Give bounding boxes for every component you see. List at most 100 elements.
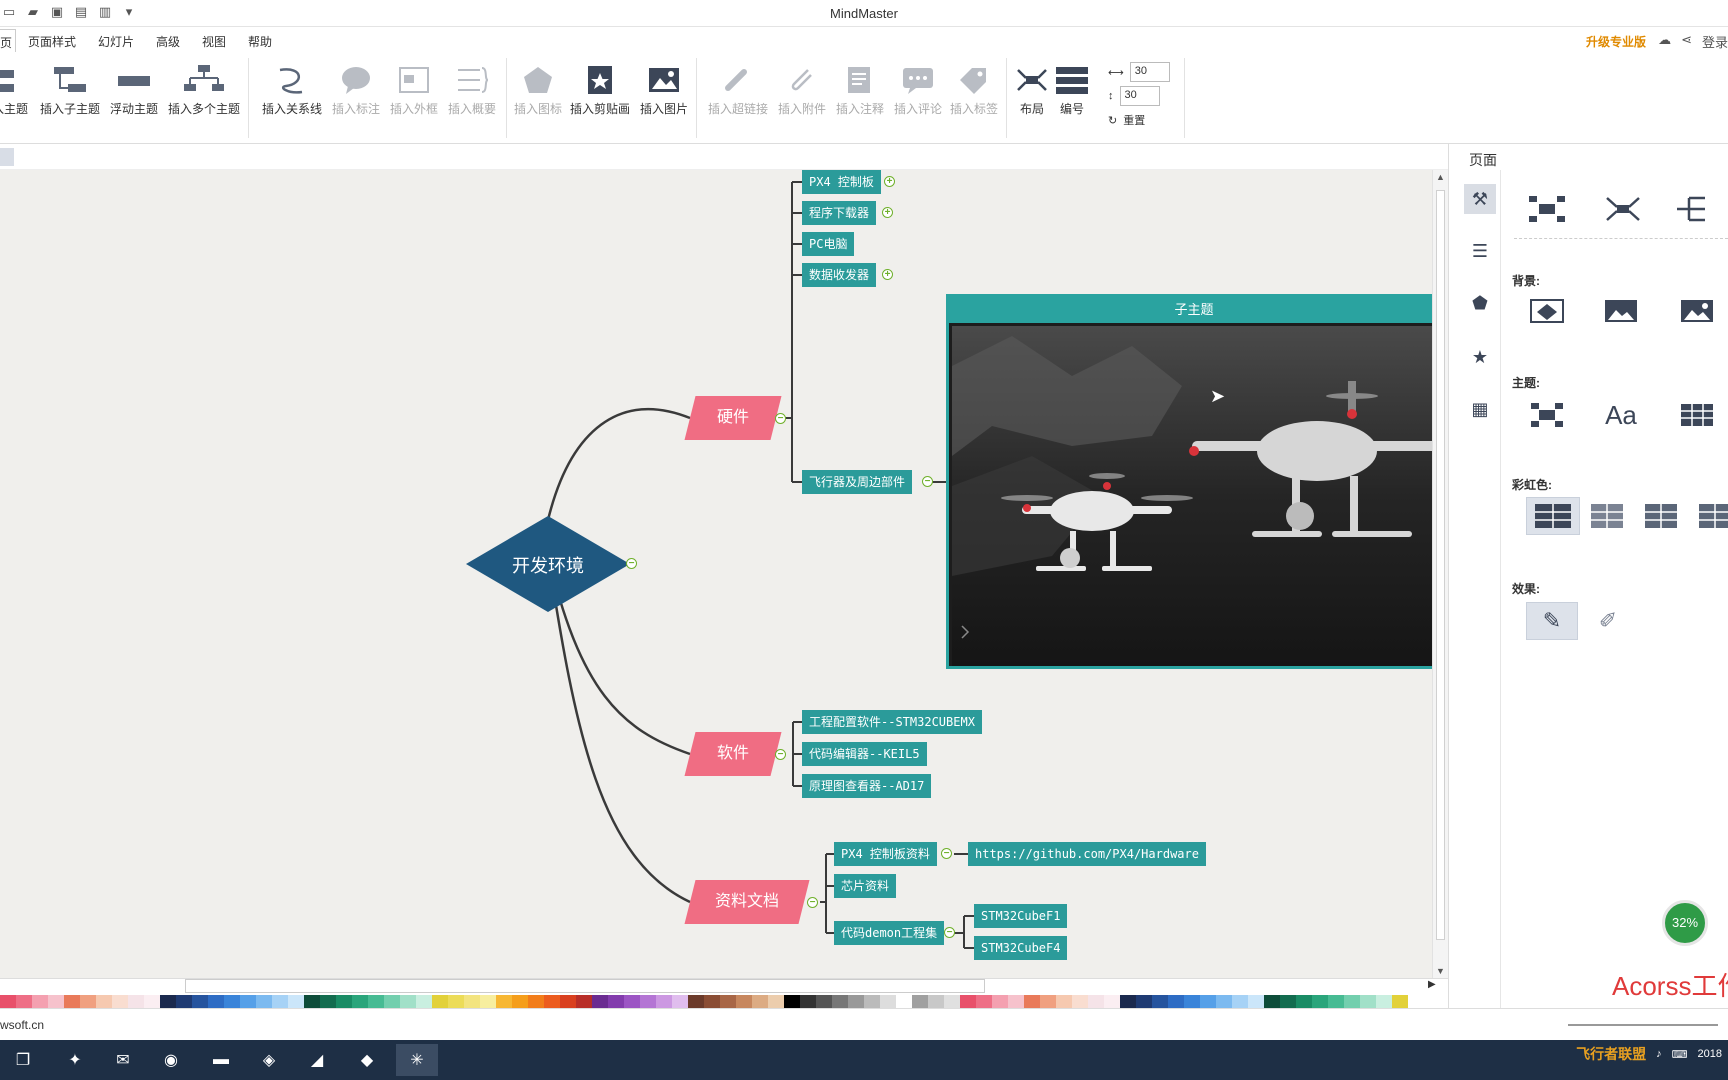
theme-layout-button[interactable] [1520, 396, 1574, 434]
effect-hand-drawn-button[interactable]: ✎ [1526, 602, 1578, 640]
canvas-vertical-scrollbar[interactable]: ▲ ▼ [1432, 170, 1448, 978]
leaf-chip-docs[interactable]: 芯片资料 [834, 874, 897, 898]
leaf-pc[interactable]: PC电脑 [802, 232, 855, 256]
chrome-icon[interactable]: ◉ [150, 1044, 192, 1076]
theme-color-button[interactable] [1670, 396, 1724, 434]
document-tab-stub[interactable] [0, 148, 14, 166]
insert-attachment-button[interactable]: 插入附件 [778, 62, 826, 117]
expand-transceiver-toggle[interactable]: + [882, 269, 893, 280]
expand-px4-board-toggle[interactable]: + [884, 176, 895, 187]
menu-view[interactable]: 视图 [202, 33, 226, 50]
leaf-demo-projects[interactable]: 代码demon工程集 [834, 921, 945, 945]
px4-docs-collapse-toggle[interactable]: − [941, 848, 952, 859]
insert-subtopic-button[interactable]: 插入子主题 [40, 62, 100, 117]
color-swatches[interactable] [0, 995, 1408, 1008]
clock[interactable]: 2018 [1698, 1048, 1722, 1060]
rainbow-option-3[interactable] [1634, 497, 1688, 535]
website-link[interactable]: wsoft.cn [0, 1018, 44, 1032]
image-subtopic[interactable]: 子主题 [946, 294, 1442, 669]
insert-note-button[interactable]: 插入注释 [836, 62, 884, 117]
structure-tree-button[interactable] [1668, 190, 1722, 228]
insert-callout-button[interactable]: 插入标注 [332, 62, 380, 117]
canvas-horizontal-scrollbar[interactable] [185, 979, 985, 993]
effect-normal-button[interactable]: ✐ [1582, 602, 1634, 640]
structure-map-button[interactable] [1520, 190, 1574, 228]
keyboard-icon[interactable]: ⌨ [1672, 1048, 1688, 1061]
design-app-icon[interactable]: ◢ [296, 1044, 338, 1076]
hardware-collapse-toggle[interactable]: − [775, 413, 786, 424]
menu-advanced[interactable]: 高级 [156, 33, 180, 50]
insert-icon-button[interactable]: 插入图标 [514, 62, 562, 117]
scroll-down-arrow[interactable]: ▼ [1436, 966, 1445, 976]
insert-hyperlink-button[interactable]: 插入超链接 [708, 62, 768, 117]
sublime-icon[interactable]: ◆ [346, 1044, 388, 1076]
background-image-button[interactable] [1594, 292, 1648, 330]
structure-radial-button[interactable] [1596, 190, 1650, 228]
menu-page-style[interactable]: 页面样式 [28, 33, 76, 50]
share-icon[interactable]: ⋖ [1681, 32, 1692, 51]
leaf-keil5[interactable]: 代码编辑器--KEIL5 [802, 742, 927, 766]
leaf-px4-board[interactable]: PX4 控制板 [802, 170, 881, 194]
theme-font-button[interactable]: Aa [1594, 396, 1648, 434]
menu-slides[interactable]: 幻灯片 [98, 33, 134, 50]
rainbow-option-4[interactable] [1688, 497, 1728, 535]
tab-calendar[interactable]: ▦ [1464, 394, 1496, 424]
branch-software[interactable]: 软件 [690, 732, 776, 776]
cpu-usage-badge[interactable]: 32% [1662, 900, 1708, 946]
vertical-spacing-input[interactable]: 30 [1119, 86, 1160, 106]
reset-button[interactable]: ↻ 重置 [1108, 112, 1145, 128]
insert-comment-button[interactable]: 插入评论 [894, 62, 942, 117]
tab-outline[interactable]: ☰ [1464, 236, 1496, 266]
zoom-slider[interactable] [1568, 1024, 1718, 1026]
branch-docs[interactable]: 资料文档 [690, 880, 804, 924]
volume-icon[interactable]: ♪ [1656, 1048, 1662, 1060]
central-topic[interactable]: 开发环境 [466, 516, 630, 612]
leaf-transceiver[interactable]: 数据收发器 [802, 263, 877, 287]
rainbow-option-1[interactable] [1526, 497, 1580, 535]
background-color-button[interactable] [1520, 292, 1574, 330]
rainbow-option-2[interactable] [1580, 497, 1634, 535]
leaf-programmer[interactable]: 程序下载器 [802, 201, 877, 225]
leaf-github-link[interactable]: https://github.com/PX4/Hardware [968, 842, 1206, 866]
task-view-icon[interactable]: ❐ [2, 1044, 44, 1076]
insert-boundary-button[interactable]: 插入外框 [390, 62, 438, 117]
mindmaster-taskbar-icon[interactable]: ✳ [396, 1044, 438, 1076]
app-bird-icon[interactable]: ✦ [54, 1044, 96, 1076]
login-link[interactable]: 登录 [1702, 32, 1728, 51]
tab-icons[interactable]: ⬟ [1464, 288, 1496, 318]
background-picture-button[interactable] [1670, 292, 1724, 330]
scrollbar-thumb[interactable] [1436, 190, 1445, 940]
insert-tag-button[interactable]: 插入标签 [950, 62, 998, 117]
leaf-aircraft-parts[interactable]: 飞行器及周边部件 [802, 470, 913, 494]
upgrade-button[interactable]: 升级专业版 [1586, 33, 1646, 50]
horizontal-spacing-input[interactable]: 30 [1129, 62, 1170, 82]
file-explorer-icon[interactable]: ▬ [200, 1044, 242, 1076]
visual-studio-icon[interactable]: ◈ [248, 1044, 290, 1076]
menu-help[interactable]: 帮助 [248, 33, 272, 50]
layout-button[interactable]: 布局 [1014, 62, 1050, 117]
cloud-icon[interactable]: ☁ [1658, 32, 1671, 51]
tab-page-format[interactable]: ⚒ [1464, 184, 1496, 214]
tab-clipart[interactable]: ★ [1464, 342, 1496, 372]
insert-clipart-button[interactable]: 插入剪贴画 [570, 62, 630, 117]
central-collapse-toggle[interactable]: − [626, 558, 637, 569]
scroll-right-arrow[interactable]: ▶ [1428, 979, 1436, 990]
leaf-px4-docs[interactable]: PX4 控制板资料 [834, 842, 937, 866]
docs-collapse-toggle[interactable]: − [807, 897, 818, 908]
leaf-cubemx[interactable]: 工程配置软件--STM32CUBEMX [802, 710, 982, 734]
leaf-ad17[interactable]: 原理图查看器--AD17 [802, 774, 932, 798]
leaf-cubef4[interactable]: STM32CubeF4 [974, 936, 1068, 960]
software-collapse-toggle[interactable]: − [775, 749, 786, 760]
aircraft-collapse-toggle[interactable]: − [922, 476, 933, 487]
mail-icon[interactable]: ✉ [102, 1044, 144, 1076]
expand-programmer-toggle[interactable]: + [882, 207, 893, 218]
branch-hardware[interactable]: 硬件 [690, 396, 776, 440]
insert-image-button[interactable]: 插入图片 [640, 62, 688, 117]
insert-multiple-topics-button[interactable]: 插入多个主题 [168, 62, 240, 117]
leaf-cubef1[interactable]: STM32CubeF1 [974, 904, 1068, 928]
insert-topic-button[interactable]: 入主题 [0, 62, 28, 117]
demo-collapse-toggle[interactable]: − [944, 927, 955, 938]
floating-topic-button[interactable]: 浮动主题 [110, 62, 158, 117]
insert-summary-button[interactable]: 插入概要 [448, 62, 496, 117]
numbering-button[interactable]: 编号 [1054, 62, 1090, 117]
